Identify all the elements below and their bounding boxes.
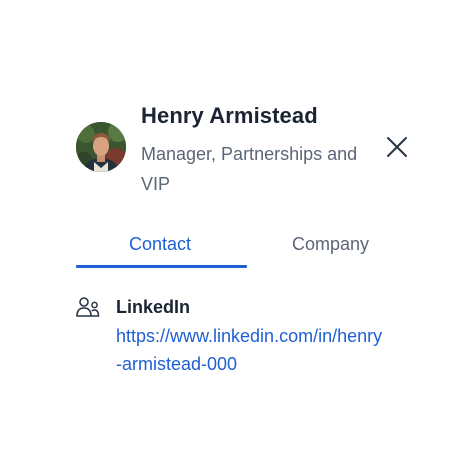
contact-card: Henry Armistead Manager, Partnerships an…: [0, 0, 474, 474]
linkedin-link[interactable]: https://www.linkedin.com/in/henry -armis…: [116, 322, 416, 378]
avatar-photo: [76, 122, 126, 172]
profile-title: Manager, Partnerships and VIP: [141, 139, 381, 199]
profile-title-line-2: VIP: [141, 174, 171, 194]
tab-company[interactable]: Company: [292, 234, 369, 255]
linkedin-link-line-1: https://www.linkedin.com/in/henry: [116, 326, 383, 346]
profile-name: Henry Armistead: [141, 103, 318, 128]
profile-title-line-1: Manager, Partnerships and: [141, 144, 358, 164]
active-tab-indicator: [76, 265, 247, 268]
close-button[interactable]: [384, 134, 410, 160]
close-icon: [387, 137, 407, 157]
avatar: [76, 122, 126, 172]
linkedin-label: LinkedIn: [116, 297, 191, 317]
tab-contact[interactable]: Contact: [129, 234, 191, 255]
linkedin-link-line-2: -armistead-000: [116, 354, 238, 374]
user-group-icon: [76, 296, 100, 318]
